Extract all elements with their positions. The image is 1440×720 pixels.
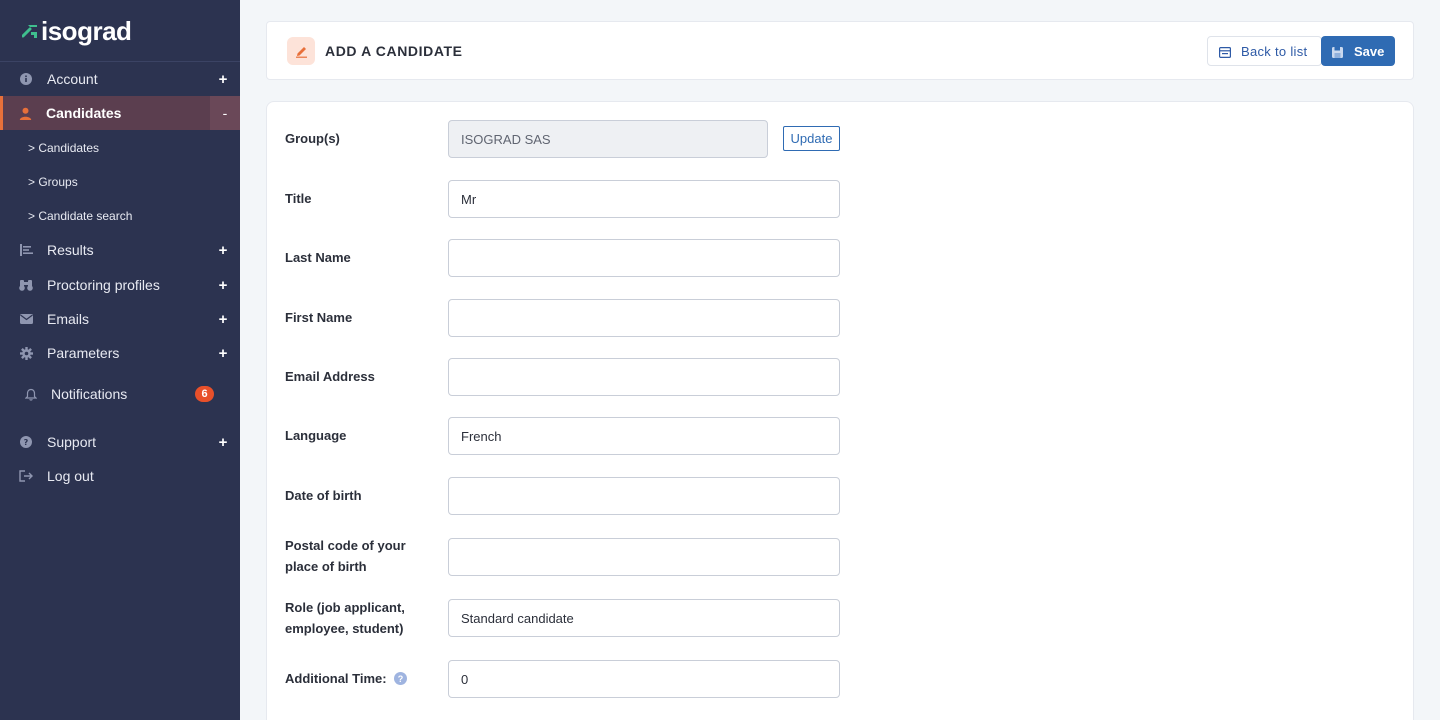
sidebar-item-proctoring-profiles[interactable]: Proctoring profiles + xyxy=(0,268,240,302)
gear-icon xyxy=(19,346,33,360)
save-button[interactable]: Save xyxy=(1321,36,1395,66)
additional-time-label: Additional Time: xyxy=(285,671,387,686)
postal-code-label-line1: Postal code of your xyxy=(285,538,406,553)
role-select[interactable]: Standard candidate xyxy=(448,599,840,637)
language-label: Language xyxy=(285,428,347,443)
sidebar-subitem-candidate-search[interactable]: > Candidate search xyxy=(28,209,132,223)
candidate-form: Group(s) ISOGRAD SAS Update Title Mr Las… xyxy=(266,101,1414,720)
help-icon[interactable]: ? xyxy=(394,672,407,685)
sidebar-item-candidates[interactable]: Candidates - xyxy=(0,96,240,130)
isograd-logo[interactable]: isograd xyxy=(22,16,132,46)
collapse-icon[interactable]: - xyxy=(210,96,240,130)
page-title: ADD A CANDIDATE xyxy=(325,43,463,59)
svg-text:?: ? xyxy=(24,438,29,447)
sidebar-item-support[interactable]: ? Support + xyxy=(0,425,240,459)
logout-icon xyxy=(19,469,33,483)
date-of-birth-label: Date of birth xyxy=(285,488,362,503)
groups-field: ISOGRAD SAS xyxy=(448,120,768,158)
sidebar-item-label: Account xyxy=(47,71,98,87)
sidebar-item-emails[interactable]: Emails + xyxy=(0,302,240,336)
expand-icon[interactable]: + xyxy=(217,434,229,451)
date-of-birth-field[interactable] xyxy=(448,477,840,515)
role-label-line2: employee, student) xyxy=(285,621,404,636)
last-name-label: Last Name xyxy=(285,250,351,265)
sidebar-item-logout[interactable]: Log out xyxy=(0,459,240,493)
list-view-icon xyxy=(1219,45,1232,63)
page-header: ADD A CANDIDATE Back to list Save xyxy=(266,21,1414,80)
sidebar-item-parameters[interactable]: Parameters + xyxy=(0,336,240,370)
sidebar-item-label: Emails xyxy=(47,311,90,327)
info-icon xyxy=(19,72,33,86)
sidebar-item-label: Candidates xyxy=(46,105,122,121)
logo-mark-icon xyxy=(22,24,37,38)
title-select[interactable]: Mr xyxy=(448,180,840,218)
bell-icon xyxy=(24,387,38,401)
email-label: Email Address xyxy=(285,369,375,384)
title-label: Title xyxy=(285,191,312,206)
email-field[interactable] xyxy=(448,358,840,396)
role-label-line1: Role (job applicant, xyxy=(285,600,405,615)
update-groups-button[interactable]: Update xyxy=(783,126,840,151)
postal-code-label-line2: place of birth xyxy=(285,559,367,574)
sidebar-item-label: Results xyxy=(47,242,94,258)
list-icon xyxy=(19,243,33,257)
sidebar-item-label: Notifications xyxy=(51,386,128,402)
sidebar-item-account[interactable]: Account + xyxy=(0,62,240,96)
sidebar: isograd Account + Candidates - > Candida… xyxy=(0,0,240,720)
sidebar-subitem-groups[interactable]: > Groups xyxy=(28,175,78,189)
back-to-list-label: Back to list xyxy=(1241,43,1308,59)
floppy-disk-icon xyxy=(1332,45,1343,63)
sidebar-item-results[interactable]: Results + xyxy=(0,233,240,267)
sidebar-item-label: Parameters xyxy=(47,345,120,361)
binoculars-icon xyxy=(19,278,33,292)
expand-icon[interactable]: + xyxy=(217,242,229,259)
active-indicator xyxy=(0,96,3,130)
envelope-icon xyxy=(19,312,33,326)
expand-icon[interactable]: + xyxy=(217,345,229,362)
groups-label: Group(s) xyxy=(285,131,340,146)
expand-icon[interactable]: + xyxy=(217,311,229,328)
help-circle-icon: ? xyxy=(19,435,33,449)
logo-text: isograd xyxy=(41,16,132,46)
sidebar-subitem-candidates[interactable]: > Candidates xyxy=(28,141,99,155)
expand-icon[interactable]: + xyxy=(217,277,229,294)
postal-code-field[interactable] xyxy=(448,538,840,576)
first-name-field[interactable] xyxy=(448,299,840,337)
first-name-label: First Name xyxy=(285,310,353,325)
sidebar-item-label: Proctoring profiles xyxy=(47,277,160,293)
last-name-field[interactable] xyxy=(448,239,840,277)
sidebar-item-label: Log out xyxy=(47,468,94,484)
language-select[interactable]: French xyxy=(448,417,840,455)
sidebar-item-label: Support xyxy=(47,434,97,450)
sidebar-item-notifications[interactable]: Notifications 6 xyxy=(0,377,240,411)
edit-icon xyxy=(287,37,315,65)
expand-icon[interactable]: + xyxy=(217,71,229,88)
back-to-list-button[interactable]: Back to list xyxy=(1207,36,1322,66)
save-label: Save xyxy=(1354,43,1385,59)
notifications-count-badge: 6 xyxy=(195,386,214,402)
user-icon xyxy=(18,106,32,120)
additional-time-field[interactable]: 0 xyxy=(448,660,840,698)
